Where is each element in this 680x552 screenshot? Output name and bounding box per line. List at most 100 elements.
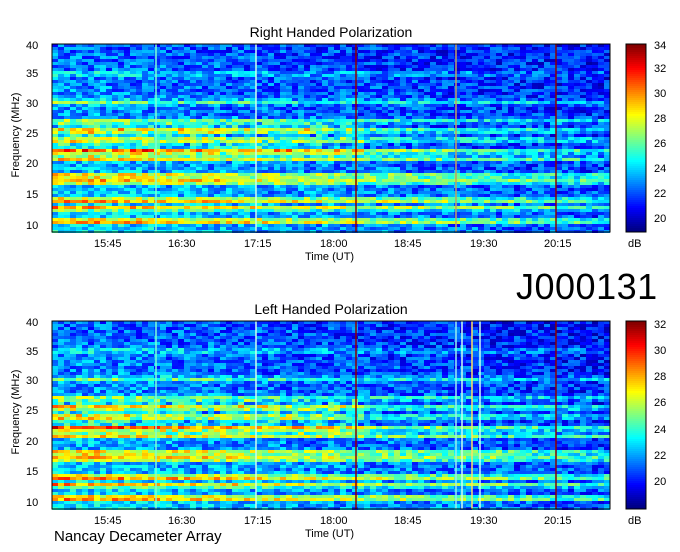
spectrogram-cell <box>424 140 430 143</box>
spectrogram-cell <box>310 56 316 59</box>
spectrogram-cell <box>592 197 598 200</box>
spectrogram-cell <box>268 173 274 176</box>
spectrogram-cell <box>418 119 424 122</box>
spectrogram-cell <box>316 152 322 155</box>
spectrogram-cell <box>562 158 568 161</box>
spectrogram-cell <box>178 71 184 74</box>
spectrogram-cell <box>352 95 358 98</box>
spectrogram-cell <box>406 119 412 122</box>
spectrogram-cell <box>64 158 70 161</box>
spectrogram-cell <box>220 47 226 50</box>
spectrogram-cell <box>76 119 82 122</box>
spectrogram-cell <box>220 83 226 86</box>
spectrogram-cell <box>538 149 544 152</box>
spectrogram-cell <box>274 167 280 170</box>
spectrogram-cell <box>106 185 112 188</box>
spectrogram-cell <box>94 170 100 173</box>
spectrogram-cell <box>604 179 610 182</box>
spectrogram-cell <box>208 53 214 56</box>
spectrogram-cell <box>508 131 514 134</box>
spectrogram-cell <box>556 128 562 131</box>
spectrogram-cell <box>76 101 82 104</box>
spectrogram-cell <box>292 89 298 92</box>
spectrogram-cell <box>190 140 196 143</box>
spectrogram-cell <box>394 179 400 182</box>
spectrogram-cell <box>172 146 178 149</box>
spectrogram-cell <box>160 59 166 62</box>
spectrogram-cell <box>214 155 220 158</box>
spectrogram-cell <box>502 50 508 53</box>
spectrogram-cell <box>490 119 496 122</box>
spectrogram-cell <box>604 74 610 77</box>
spectrogram-cell <box>142 107 148 110</box>
spectrogram-cell <box>178 86 184 89</box>
spectrogram-cell <box>94 116 100 119</box>
spectrogram-cell <box>148 137 154 140</box>
spectrogram-cell <box>442 62 448 65</box>
spectrogram-cell <box>508 83 514 86</box>
spectrogram-cell <box>454 149 460 152</box>
spectrogram-cell <box>82 161 88 164</box>
spectrogram-cell <box>226 80 232 83</box>
spectrogram-cell <box>562 95 568 98</box>
spectrogram-cell <box>208 176 214 179</box>
spectrogram-cell <box>424 89 430 92</box>
spectrogram-cell <box>226 113 232 116</box>
spectrogram-cell <box>364 101 370 104</box>
spectrogram-cell <box>454 104 460 107</box>
spectrogram-cell <box>280 80 286 83</box>
spectrogram-cell <box>412 191 418 194</box>
spectrogram-cell <box>184 95 190 98</box>
spectrogram-cell <box>574 179 580 182</box>
spectrogram-cell <box>238 173 244 176</box>
spectrogram-cell <box>136 164 142 167</box>
spectrogram-cell <box>400 158 406 161</box>
spectrogram-cell <box>286 83 292 86</box>
spectrogram-cell <box>472 128 478 131</box>
spectrogram-cell <box>184 74 190 77</box>
spectrogram-cell <box>250 191 256 194</box>
spectrogram-cell <box>100 176 106 179</box>
spectrogram-cell <box>532 98 538 101</box>
spectrogram-cell <box>604 185 610 188</box>
spectrogram-cell <box>412 203 418 206</box>
spectrogram-cell <box>148 89 154 92</box>
spectrogram-cell <box>598 80 604 83</box>
spectrogram-cell <box>502 191 508 194</box>
spectrogram-cell <box>190 128 196 131</box>
spectrogram-cell <box>124 71 130 74</box>
spectrogram-cell <box>190 86 196 89</box>
spectrogram-cell <box>328 131 334 134</box>
spectrogram-cell <box>532 176 538 179</box>
spectrogram-cell <box>58 122 64 125</box>
spectrogram-cell <box>418 134 424 137</box>
spectrogram-cell <box>328 152 334 155</box>
spectrogram-cell <box>580 119 586 122</box>
spectrogram-cell <box>142 104 148 107</box>
spectrogram-cell <box>562 65 568 68</box>
spectrogram-cell <box>424 74 430 77</box>
spectrogram-cell <box>268 182 274 185</box>
spectrogram-cell <box>388 131 394 134</box>
spectrogram-cell <box>166 152 172 155</box>
spectrogram-cell <box>292 53 298 56</box>
spectrogram-cell <box>226 188 232 191</box>
spectrogram-cell <box>322 128 328 131</box>
spectrogram-cell <box>328 140 334 143</box>
spectrogram-cell <box>376 101 382 104</box>
spectrogram-cell <box>100 47 106 50</box>
spectrogram-cell <box>430 98 436 101</box>
spectrogram-cell <box>454 125 460 128</box>
spectrogram-cell <box>94 185 100 188</box>
spectrogram-cell <box>424 128 430 131</box>
spectrogram-cell <box>64 68 70 71</box>
spectrogram-cell <box>178 95 184 98</box>
spectrogram-cell <box>412 53 418 56</box>
spectrogram-cell <box>412 185 418 188</box>
spectrogram-cell <box>592 53 598 56</box>
spectrogram-cell <box>64 134 70 137</box>
spectrogram-cell <box>112 86 118 89</box>
spectrogram-cell <box>370 101 376 104</box>
spectrogram-cell <box>298 149 304 152</box>
spectrogram-cell <box>268 155 274 158</box>
